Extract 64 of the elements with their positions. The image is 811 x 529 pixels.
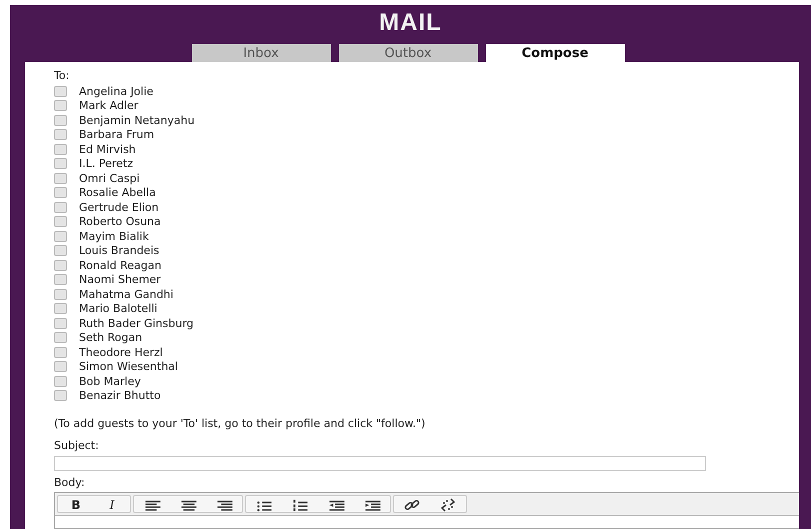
align-left-icon	[143, 498, 161, 512]
checkbox[interactable]	[54, 216, 67, 228]
checkbox[interactable]	[54, 346, 67, 358]
checkbox[interactable]	[54, 86, 67, 97]
checkbox[interactable]	[54, 230, 67, 242]
checkbox[interactable]	[54, 361, 67, 372]
checkbox[interactable]	[54, 129, 67, 140]
tab[interactable]: Inbox	[192, 44, 330, 62]
recipient-name: Louis Brandeis	[79, 244, 160, 258]
recipient-name: Angelina Jolie	[79, 84, 154, 98]
recipient-name: Benjamin Netanyahu	[79, 114, 195, 127]
app-title: MAIL	[379, 8, 442, 38]
body-editor[interactable]: B I	[54, 492, 799, 529]
recipient-name: Ruth Bader Ginsburg	[79, 316, 194, 330]
subject-field[interactable]	[54, 456, 706, 471]
recipient-name: Mario Balotelli	[79, 302, 158, 316]
checkbox[interactable]	[54, 245, 67, 256]
recipient-name: I.L. Peretz	[79, 157, 134, 170]
checkbox[interactable]	[54, 274, 67, 286]
recipient-name: Mahatma Gandhi	[79, 288, 174, 301]
checkbox[interactable]	[54, 376, 67, 387]
recipient-name: Omri Caspi	[79, 172, 140, 185]
hint-text: (To add guests to your 'To' list, go to their profile and click "follow.")	[54, 416, 426, 432]
to-label: To:	[54, 68, 70, 84]
recipient-name: Bob Marley	[79, 374, 141, 388]
checkbox[interactable]	[54, 332, 67, 344]
checkbox[interactable]	[54, 303, 67, 314]
recipient-name: Theodore Herzl	[79, 346, 163, 359]
bold-button[interactable]: B	[58, 496, 94, 514]
recipient-name: Ronald Reagan	[79, 258, 162, 272]
recipient-name: Seth Rogan	[79, 331, 142, 344]
link-icon	[404, 498, 420, 512]
recipient-name: Rosalie Abella	[79, 186, 156, 200]
recipient-name: Benazir Bhutto	[79, 389, 161, 402]
checkbox[interactable]	[54, 202, 67, 213]
checkbox[interactable]	[54, 144, 67, 155]
subject-label: Subject:	[54, 438, 99, 454]
checkbox[interactable]	[54, 100, 67, 112]
checkbox[interactable]	[54, 288, 67, 300]
checkbox[interactable]	[54, 187, 67, 198]
align-right-icon	[215, 498, 233, 512]
tab[interactable]: Compose	[486, 44, 624, 62]
recipient-name: Simon Wiesenthal	[79, 360, 178, 374]
recipient-name: Gertrude Elion	[79, 200, 159, 214]
recipient-name: Roberto Osuna	[79, 215, 161, 228]
outdent-icon	[327, 498, 345, 512]
recipient-name: Barbara Frum	[79, 128, 154, 142]
checkbox[interactable]	[54, 172, 67, 184]
recipient-name: Ed Mirvish	[79, 142, 136, 156]
checkbox[interactable]	[54, 114, 67, 126]
recipient-name: Naomi Shemer	[79, 273, 161, 286]
recipient-name: Mayim Bialik	[79, 230, 149, 243]
unlink-icon	[440, 498, 456, 512]
checkbox[interactable]	[54, 260, 67, 271]
indent-icon	[363, 498, 381, 512]
tab[interactable]: Outbox	[338, 44, 478, 62]
body-label: Body:	[54, 475, 85, 491]
italic-button[interactable]: I	[94, 496, 130, 514]
checkbox[interactable]	[54, 390, 67, 402]
checkbox[interactable]	[54, 318, 67, 329]
recipient-name: Mark Adler	[79, 99, 138, 112]
align-center-icon	[179, 498, 197, 512]
checkbox[interactable]	[54, 158, 67, 170]
numbered-list-icon	[291, 498, 309, 512]
